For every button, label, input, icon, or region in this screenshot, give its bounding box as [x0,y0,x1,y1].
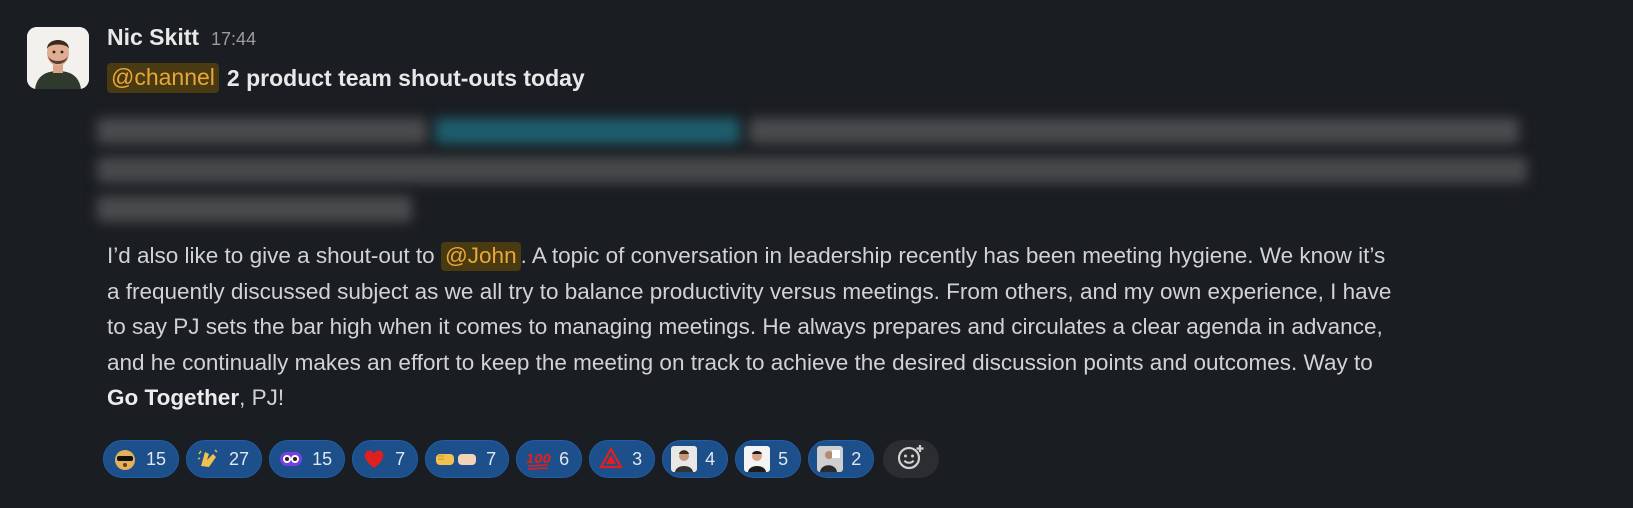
message-header: Nic Skitt 17:44 [107,24,256,51]
author-avatar[interactable] [27,27,89,89]
red-heart-icon [361,446,387,472]
add-emoji-icon [896,443,926,476]
reaction-pill[interactable]: 7 [425,440,510,478]
person-avatar-icon [817,446,844,472]
reaction-pill[interactable]: 3 [589,440,656,478]
message-title-line: @channel 2 product team shout-outs today [107,63,585,93]
reaction-count: 7 [486,448,497,469]
purple-eyes-icon [278,446,304,472]
red-alert-icon [598,446,624,472]
reaction-pill[interactable]: 2 [808,440,875,478]
user-mention[interactable]: @John [440,242,521,271]
author-name[interactable]: Nic Skitt [107,24,199,51]
body-line: Go Together, PJ! [107,380,1607,416]
redacted-line [97,157,1527,183]
reactions-bar: 15 27 15 7 7 100 6 3 4 5 2 [103,440,940,478]
body-line: to say PJ sets the bar high when it come… [107,314,1383,339]
reaction-count: 5 [778,448,789,469]
reaction-pill[interactable]: 27 [186,440,263,478]
reaction-count: 15 [312,448,333,469]
reaction-count: 4 [705,448,716,469]
redacted-line [97,118,427,144]
dog-sunglasses-icon [112,446,138,472]
reaction-pill[interactable]: 100 6 [516,440,583,478]
reaction-count: 27 [229,448,250,469]
reaction-pill[interactable]: 15 [269,440,346,478]
redacted-text-block [97,110,1527,230]
reaction-count: 15 [146,448,167,469]
message: Nic Skitt 17:44 @channel 2 product team … [0,0,1633,508]
body-text-segment: . A topic of conversation in leadership … [520,243,1386,268]
reaction-pill[interactable]: 5 [735,440,802,478]
svg-text:100: 100 [526,452,551,466]
body-text-segment: I’d also like to give a shout-out to [107,243,441,268]
reaction-pill[interactable]: 4 [662,440,729,478]
message-body: I’d also like to give a shout-out to @Jo… [107,238,1607,416]
redacted-mention [435,118,740,144]
body-line: and he continually makes an effort to ke… [107,349,1373,375]
redacted-line [97,196,412,222]
body-line: I’d also like to give a shout-out to @Jo… [107,238,1607,274]
channel-mention[interactable]: @channel [107,63,219,93]
body-line: a frequently discussed subject as we all… [107,278,1392,304]
reaction-pill[interactable]: 15 [103,440,180,478]
hundred-points-icon: 100 [525,446,551,472]
redacted-line [749,118,1519,144]
reaction-count: 7 [395,448,406,469]
reaction-count: 6 [559,448,570,469]
clapping-hands-icon [195,446,221,472]
reaction-pill[interactable]: 7 [352,440,419,478]
person-avatar-icon [671,446,698,472]
bold-text: Go Together [107,385,240,410]
add-reaction-button[interactable] [883,440,940,478]
reaction-count: 3 [632,448,643,469]
person-avatar-icon [744,446,771,472]
message-title: 2 product team shout-outs today [226,64,585,91]
fist-bump-icon [434,446,478,472]
reaction-count: 2 [851,448,862,469]
message-timestamp[interactable]: 17:44 [211,29,256,50]
body-text-segment: , PJ! [239,385,285,410]
